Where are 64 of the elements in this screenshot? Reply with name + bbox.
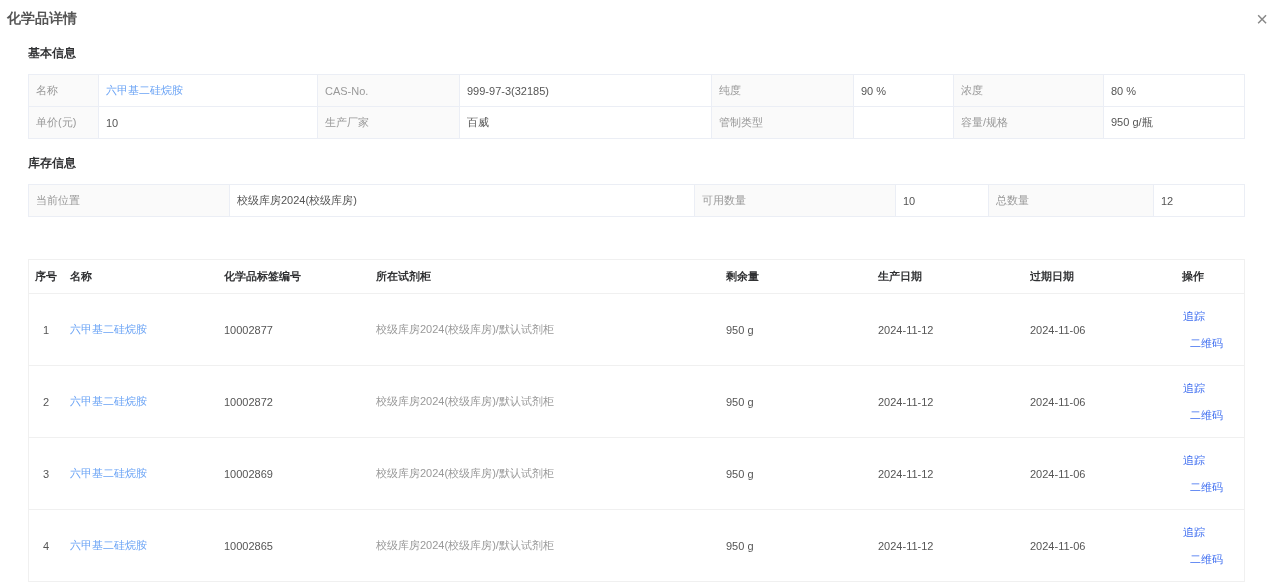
column-header: 操作: [1181, 269, 1205, 284]
field-label: 容量/规格: [954, 107, 1104, 139]
table-cell: 校级库房2024(校级库房)/默认试剂柜: [376, 466, 554, 481]
dialog-title: 化学品详情: [7, 10, 77, 28]
chemical-link[interactable]: 六甲基二硅烷胺: [70, 538, 147, 553]
qr-code-link[interactable]: 二维码: [1190, 479, 1223, 495]
field-value: 校级库房2024(校级库房): [230, 185, 695, 217]
field-value: 百威: [460, 107, 712, 139]
chemical-link[interactable]: 六甲基二硅烷胺: [70, 466, 147, 481]
table-cell: 2024-11-12: [878, 467, 934, 480]
table-cell: 2024-11-06: [1030, 539, 1086, 552]
chemical-link[interactable]: 六甲基二硅烷胺: [70, 322, 147, 337]
column-header: 序号: [34, 269, 58, 284]
table-cell: 校级库房2024(校级库房)/默认试剂柜: [376, 538, 554, 553]
qr-code-link[interactable]: 二维码: [1190, 551, 1223, 567]
column-header: 化学品标签编号: [223, 269, 302, 284]
track-link[interactable]: 追踪: [1183, 452, 1205, 468]
table-cell: 2024-11-06: [1030, 467, 1086, 480]
column-header: 生产日期: [877, 269, 923, 284]
track-link[interactable]: 追踪: [1183, 524, 1205, 540]
table-cell: 2024-11-12: [878, 323, 934, 336]
field-label: 单价(元): [29, 107, 99, 139]
column-header: 过期日期: [1029, 269, 1075, 284]
table-cell: 10002869: [224, 467, 273, 480]
field-label: 生产厂家: [318, 107, 460, 139]
chemical-link[interactable]: 六甲基二硅烷胺: [70, 394, 147, 409]
close-button[interactable]: ×: [1256, 9, 1268, 29]
qr-code-link[interactable]: 二维码: [1190, 335, 1223, 351]
column-header: 名称: [69, 269, 93, 284]
table-cell: 校级库房2024(校级库房)/默认试剂柜: [376, 394, 554, 409]
field-value: 80 %: [1104, 75, 1245, 107]
table-cell: 校级库房2024(校级库房)/默认试剂柜: [376, 322, 554, 337]
section-title: 基本信息: [28, 46, 77, 60]
field-value: 12: [1154, 185, 1245, 217]
track-link[interactable]: 追踪: [1183, 380, 1205, 396]
table-cell: 2024-11-06: [1030, 323, 1086, 336]
table-cell: 2024-11-12: [878, 539, 934, 552]
field-label: 可用数量: [695, 185, 896, 217]
table-cell: 950 g: [726, 395, 754, 408]
field-label: 名称: [29, 75, 99, 107]
table-cell: 2024-11-12: [878, 395, 934, 408]
field-label: 浓度: [954, 75, 1104, 107]
table-cell: 950 g: [726, 539, 754, 552]
track-link[interactable]: 追踪: [1183, 308, 1205, 324]
table-cell: 2024-11-06: [1030, 395, 1086, 408]
field-value: 950 g/瓶: [1104, 107, 1245, 139]
field-label: 当前位置: [29, 185, 230, 217]
row-number: 4: [42, 539, 50, 552]
column-header: 所在试剂柜: [375, 269, 432, 284]
column-header: 剩余量: [725, 269, 760, 284]
field-label: 纯度: [712, 75, 854, 107]
field-label: 管制类型: [712, 107, 854, 139]
field-label: CAS-No.: [318, 75, 460, 107]
field-label: 总数量: [989, 185, 1154, 217]
row-number: 2: [42, 395, 50, 408]
row-number: 3: [42, 467, 50, 480]
qr-code-link[interactable]: 二维码: [1190, 407, 1223, 423]
table-cell: 10002872: [224, 395, 273, 408]
table-cell: 10002877: [224, 323, 273, 336]
table-cell: 950 g: [726, 467, 754, 480]
table-cell: 10002865: [224, 539, 273, 552]
row-number: 1: [42, 323, 50, 336]
table-cell: 950 g: [726, 323, 754, 336]
section-title: 库存信息: [28, 156, 77, 170]
